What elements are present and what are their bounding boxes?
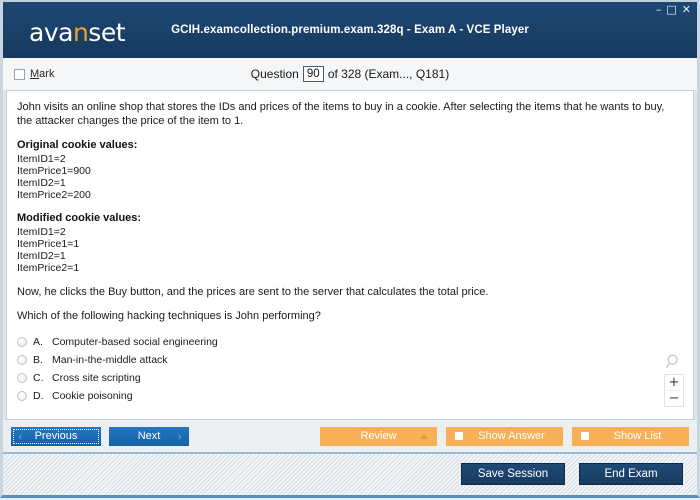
original-cookie-title: Original cookie values: [17, 139, 138, 151]
answer-option-d[interactable]: D. Cookie poisoning [17, 387, 681, 405]
option-text: Cross site scripting [52, 372, 141, 384]
radio-icon[interactable] [17, 355, 27, 365]
question-total-label: of 328 (Exam..., Q181) [327, 67, 450, 81]
cookie-line: ItemPrice1=1 [17, 238, 80, 250]
end-exam-label: End Exam [604, 467, 658, 480]
modified-cookie-block: Modified cookie values: ItemID1=2 ItemPr… [17, 212, 681, 274]
zoom-in-button[interactable]: + [665, 375, 683, 390]
square-icon [581, 432, 589, 440]
show-list-button-label: Show List [613, 430, 662, 442]
zoom-buttons: + − [664, 374, 684, 407]
cookie-line: ItemPrice2=1 [17, 262, 80, 274]
option-letter: D. [33, 390, 44, 402]
previous-button-label: Previous [34, 430, 78, 442]
radio-icon[interactable] [17, 391, 27, 401]
question-prompt-text: Which of the following hacking technique… [17, 310, 321, 322]
window-title: GCIH.examcollection.premium.exam.328q - … [171, 24, 529, 36]
option-letter: B. [33, 354, 43, 366]
cookie-line: ItemPrice1=900 [17, 165, 91, 177]
mark-label: Mark [30, 68, 54, 80]
show-list-button[interactable]: Show List [572, 426, 689, 446]
magnifier-icon[interactable] [665, 353, 683, 371]
zoom-out-button[interactable]: − [665, 391, 683, 406]
answer-option-a[interactable]: A. Computer-based social engineering [17, 333, 681, 351]
cookie-line: ItemID2=1 [17, 177, 66, 189]
question-panel: John visits an online shop that stores t… [6, 90, 694, 420]
radio-icon[interactable] [17, 337, 27, 347]
show-answer-button-label: Show Answer [478, 430, 545, 442]
maximize-icon[interactable]: □ [666, 4, 676, 15]
mark-checkbox[interactable] [14, 68, 25, 80]
content-area: John visits an online shop that stores t… [0, 90, 700, 420]
mark-accel-letter: M [30, 68, 40, 80]
question-number-input[interactable]: 90 [302, 66, 324, 82]
mark-checkbox-group[interactable]: Mark [14, 68, 54, 80]
question-intro-text: John visits an online shop that stores t… [17, 101, 665, 127]
next-button[interactable]: Next › [109, 426, 189, 446]
answer-option-c[interactable]: C. Cross site scripting [17, 369, 681, 387]
action-bar: ‹ Previous Next › Review Show Answer Sho… [0, 420, 700, 452]
close-icon[interactable]: ✕ [682, 4, 691, 15]
save-session-label: Save Session [477, 467, 549, 480]
option-text: Computer-based social engineering [52, 336, 218, 348]
cookie-line: ItemID2=1 [17, 250, 66, 262]
option-text: Cookie poisoning [52, 390, 133, 402]
option-letter: C. [33, 372, 44, 384]
original-cookie-block: Original cookie values: ItemID1=2 ItemPr… [17, 139, 681, 201]
minimize-icon[interactable]: – [656, 4, 662, 15]
chevron-left-icon: ‹ [18, 429, 23, 443]
window-controls: – □ ✕ [656, 3, 691, 16]
review-button[interactable]: Review [320, 426, 437, 446]
triangle-up-icon [420, 433, 428, 439]
answer-option-b[interactable]: B. Man-in-the-middle attack [17, 351, 681, 369]
answer-options-list: A. Computer-based social engineering B. … [17, 333, 681, 405]
title-bar: – □ ✕ avanset GCIH.examcollection.premiu… [0, 0, 700, 58]
question-after-text: Now, he clicks the Buy button, and the p… [17, 286, 489, 298]
option-text: Man-in-the-middle attack [52, 354, 168, 366]
chevron-right-icon: › [177, 429, 182, 443]
review-button-label: Review [360, 430, 397, 442]
question-counter: Question 90 of 328 (Exam..., Q181) [3, 66, 697, 82]
question-word-label: Question [250, 67, 299, 81]
cookie-line: ItemPrice2=200 [17, 189, 91, 201]
footer-bar: Save Session End Exam [0, 452, 700, 498]
radio-icon[interactable] [17, 373, 27, 383]
save-session-button[interactable]: Save Session [461, 462, 565, 485]
modified-cookie-title: Modified cookie values: [17, 212, 142, 224]
show-answer-button[interactable]: Show Answer [446, 426, 563, 446]
option-letter: A. [33, 336, 43, 348]
zoom-widget: + − [664, 353, 684, 407]
end-exam-button[interactable]: End Exam [579, 462, 683, 485]
vce-player-window: – □ ✕ avanset GCIH.examcollection.premiu… [0, 0, 700, 500]
next-button-label: Next [137, 430, 161, 442]
cookie-line: ItemID1=2 [17, 153, 66, 165]
question-header-bar: Mark Question 90 of 328 (Exam..., Q181) [0, 58, 700, 90]
previous-button[interactable]: ‹ Previous [11, 426, 101, 446]
cookie-line: ItemID1=2 [17, 226, 66, 238]
square-icon [455, 432, 463, 440]
mark-label-rest: ark [39, 68, 55, 80]
